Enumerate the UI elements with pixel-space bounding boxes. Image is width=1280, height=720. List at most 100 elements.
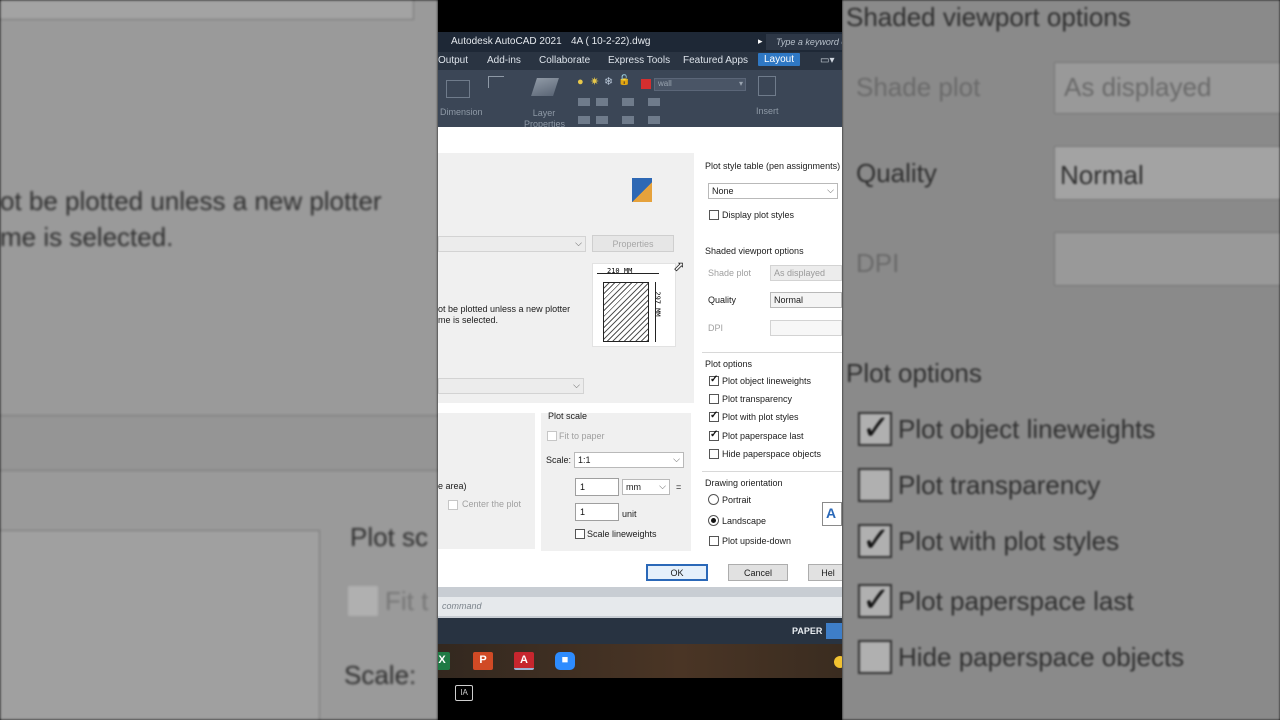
insert-icon[interactable] xyxy=(758,76,776,96)
ok-button[interactable]: OK xyxy=(646,564,708,581)
bg-opt-1: Plot transparency xyxy=(898,470,1101,500)
landscape-radio[interactable] xyxy=(708,515,719,526)
freeze-icon[interactable]: ❄ xyxy=(604,75,613,88)
scale-combo[interactable]: 1:1 ⌵ xyxy=(574,452,684,468)
layer-tool-icon[interactable] xyxy=(596,116,608,124)
portrait-label: Portrait xyxy=(722,495,752,505)
ribbon-options-icon[interactable]: ▭▾ xyxy=(820,55,834,66)
layer-tool-icon[interactable] xyxy=(622,98,634,106)
image-icon[interactable]: IA xyxy=(455,685,473,701)
cancel-button[interactable]: Cancel xyxy=(728,564,788,581)
plotter-name-combo[interactable]: ⌵ xyxy=(438,236,586,252)
landscape-label: Landscape xyxy=(722,516,767,526)
tab-output[interactable]: Output xyxy=(438,55,468,66)
file-name: 4A ( 10-2-22).dwg xyxy=(571,36,651,47)
zoom-icon[interactable]: ■ xyxy=(555,652,575,670)
lightbulb-icon[interactable]: ● xyxy=(577,76,584,88)
tab-featured-apps[interactable]: Featured Apps xyxy=(683,55,748,66)
bg-dpi: DPI xyxy=(856,248,900,278)
shaded-viewport-title: Shaded viewport options xyxy=(705,246,804,256)
plot-with-styles-label: Plot with plot styles xyxy=(722,412,799,422)
screen-capture: Autodesk AutoCAD 2021 4A ( 10-2-22).dwg … xyxy=(438,0,842,720)
layer-tool-icon[interactable] xyxy=(596,98,608,106)
unit-label: unit xyxy=(622,509,637,519)
hide-paperspace-checkbox[interactable] xyxy=(709,449,719,459)
layer-tool-icon[interactable] xyxy=(578,98,590,106)
center-plot-label: Center the plot xyxy=(462,499,522,509)
layer-tool-icon[interactable] xyxy=(648,98,660,106)
display-plot-styles-checkbox[interactable] xyxy=(709,210,719,220)
shade-plot-combo[interactable]: As displayed xyxy=(770,265,842,281)
bg-opt-0: Plot object lineweights xyxy=(898,414,1156,444)
paper-sheet xyxy=(603,282,649,342)
bg-quality: Quality xyxy=(856,158,937,188)
plot-options-title: Plot options xyxy=(705,359,753,369)
status-button-icon[interactable] xyxy=(826,623,842,639)
dpi-input[interactable] xyxy=(770,320,842,336)
plot-style-combo[interactable]: None ⌵ xyxy=(708,183,838,199)
shade-plot-value: As displayed xyxy=(774,268,826,278)
drawing-orientation-title: Drawing orientation xyxy=(705,478,783,488)
layer-color-icon[interactable] xyxy=(641,79,651,89)
layer-tool-icon[interactable] xyxy=(622,116,634,124)
upside-down-checkbox[interactable] xyxy=(709,536,719,546)
scale-mm-input[interactable]: 1 xyxy=(575,478,619,496)
plot-with-styles-checkbox[interactable] xyxy=(709,410,719,422)
quality-label: Quality xyxy=(708,295,737,305)
paper-space-toggle[interactable]: PAPER xyxy=(792,626,822,636)
dimension-icon[interactable] xyxy=(446,80,470,98)
bg-opt-3: Plot paperspace last xyxy=(898,586,1134,616)
quality-combo[interactable]: Normal xyxy=(770,292,842,308)
background-right-blur: Shaded viewport options Shade plot As di… xyxy=(842,0,1280,720)
layer-properties-icon[interactable] xyxy=(531,78,559,96)
linear-icon[interactable] xyxy=(488,76,504,88)
search-arrow-icon: ▸ xyxy=(758,36,763,46)
search-input[interactable]: Type a keyword or xyxy=(766,34,842,50)
mouse-cursor-icon: ⬀ xyxy=(673,258,685,274)
notification-icon[interactable] xyxy=(834,656,842,668)
fit-to-paper-label: Fit to paper xyxy=(559,431,605,441)
dimension-label[interactable]: Dimension xyxy=(440,107,483,117)
plot-area-combo[interactable]: ⌵ xyxy=(438,378,584,394)
sun-icon[interactable]: ✷ xyxy=(590,75,599,88)
center-plot-checkbox[interactable] xyxy=(448,500,458,510)
insert-label[interactable]: Insert xyxy=(756,106,779,116)
title-bar: Autodesk AutoCAD 2021 4A ( 10-2-22).dwg … xyxy=(438,32,842,52)
help-button[interactable]: Hel xyxy=(808,564,842,581)
tab-express-tools[interactable]: Express Tools xyxy=(608,55,670,66)
background-left-blur: ot be plotted unless a new plotter me is… xyxy=(0,0,438,720)
bg-fit: Fit t xyxy=(385,586,429,616)
ribbon-panel: Dimension Layer Properties ● ✷ ❄ 🔓 wall ▾… xyxy=(438,70,842,129)
bg-opt-2: Plot with plot styles xyxy=(898,526,1120,556)
fit-to-paper-checkbox[interactable] xyxy=(547,431,557,441)
scale-lineweights-checkbox[interactable] xyxy=(575,529,585,539)
plot-transparency-checkbox[interactable] xyxy=(709,394,719,404)
autocad-icon[interactable]: A xyxy=(514,652,534,670)
scale-unit-input[interactable]: 1 xyxy=(575,503,619,521)
layer-combo[interactable]: wall ▾ xyxy=(654,78,746,91)
plot-paperspace-last-checkbox[interactable] xyxy=(709,429,719,441)
scale-unit-value: mm xyxy=(626,482,641,492)
plot-style-value: None xyxy=(712,186,734,196)
scale-unit-combo[interactable]: mm ⌵ xyxy=(622,479,670,495)
layer-tool-icon[interactable] xyxy=(578,116,590,124)
scale-lineweights-label: Scale lineweights xyxy=(587,529,657,539)
portrait-radio[interactable] xyxy=(708,494,719,505)
tab-layout[interactable]: Layout xyxy=(758,53,801,66)
bg-scale: Scale: xyxy=(344,660,417,690)
powerpoint-icon[interactable]: P xyxy=(473,652,493,670)
quality-value: Normal xyxy=(774,295,804,305)
properties-button[interactable]: Properties xyxy=(592,235,674,252)
tab-addins[interactable]: Add-ins xyxy=(487,55,521,66)
layer-tool-icon[interactable] xyxy=(648,116,660,124)
tab-collaborate[interactable]: Collaborate xyxy=(539,55,590,66)
plot-lineweights-label: Plot object lineweights xyxy=(722,376,812,386)
command-input[interactable]: command xyxy=(438,597,842,616)
lock-icon[interactable]: 🔓 xyxy=(618,75,630,86)
bg-shade-value: As displayed xyxy=(1064,72,1212,102)
plot-lineweights-checkbox[interactable] xyxy=(709,374,719,386)
status-bar: PAPER xyxy=(438,618,842,644)
hide-paperspace-label: Hide paperspace objects xyxy=(722,449,822,459)
command-line-area: command xyxy=(438,587,842,618)
excel-icon[interactable]: X xyxy=(438,652,450,670)
